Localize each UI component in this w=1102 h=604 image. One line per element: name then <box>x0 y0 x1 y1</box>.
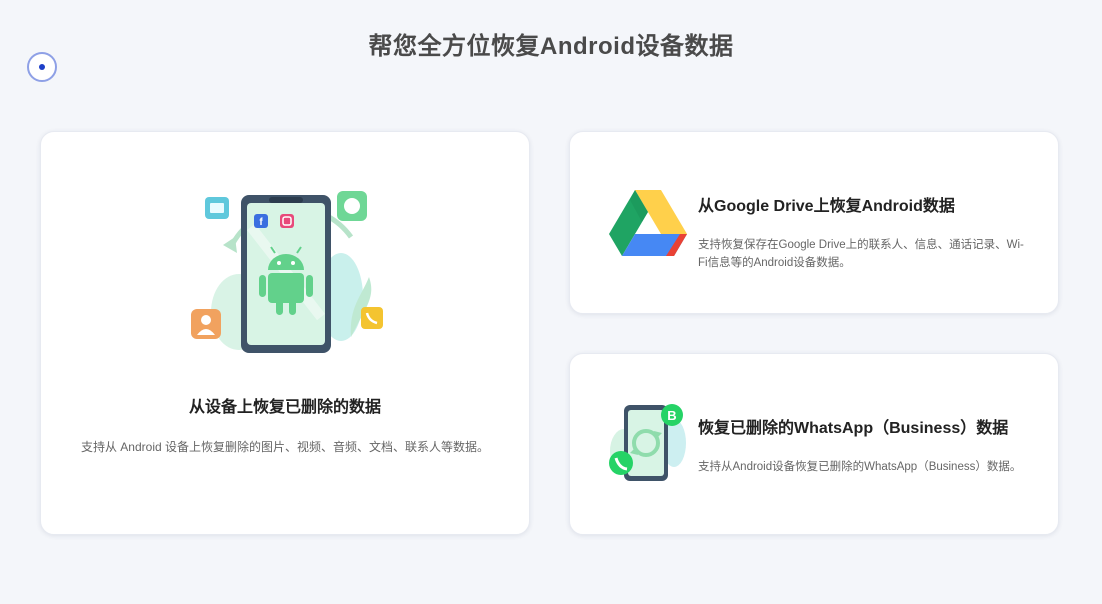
device-card-description: 支持从 Android 设备上恢复删除的图片、视频、音频、文档、联系人等数据。 <box>80 440 490 454</box>
gdrive-card-description: 支持恢复保存在Google Drive上的联系人、信息、通话记录、Wi-Fi信息… <box>698 239 1024 269</box>
whatsapp-business-icon: B <box>609 404 686 481</box>
recover-whatsapp-card[interactable]: B 恢复已删除的WhatsApp（Business）数据 支持从Android设… <box>569 353 1059 535</box>
whatsapp-card-description: 支持从Android设备恢复已删除的WhatsApp（Business）数据。 <box>698 461 1022 473</box>
recover-from-device-card[interactable]: f 从设备上恢复已删除的数据 支持从 Android 设备上恢复删除的图片、视频… <box>40 131 530 535</box>
page-title: 帮您全方位恢复Android设备数据 <box>368 33 734 60</box>
google-drive-icon <box>609 190 687 256</box>
whatsapp-card-title: 恢复已删除的WhatsApp（Business）数据 <box>698 420 1009 437</box>
recover-from-google-drive-card[interactable]: 从Google Drive上恢复Android数据 支持恢复保存在Google … <box>569 131 1059 314</box>
svg-text:B: B <box>667 408 676 423</box>
device-card-title: 从设备上恢复已删除的数据 <box>188 399 381 416</box>
android-phone-icon: f <box>191 191 383 353</box>
page: 帮您全方位恢复Android设备数据 f 从设备上恢复已删除的数据 支持从 An… <box>0 0 1102 604</box>
radio-dot <box>39 64 45 70</box>
gdrive-card-title: 从Google Drive上恢复Android数据 <box>698 198 955 215</box>
